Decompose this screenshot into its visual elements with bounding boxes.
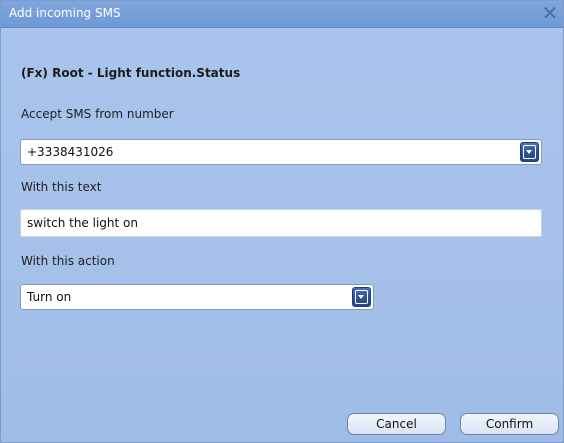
from-number-value: +3338431026 xyxy=(27,145,114,159)
dialog-title: Add incoming SMS xyxy=(9,6,121,20)
action-label: With this action xyxy=(21,254,115,268)
sms-text-input[interactable]: switch the light on xyxy=(20,209,542,237)
from-number-dropdown-button[interactable] xyxy=(520,142,539,162)
title-bar: Add incoming SMS ✕ xyxy=(1,1,563,28)
add-incoming-sms-dialog: Add incoming SMS ✕ (Fx) Root - Light fun… xyxy=(0,0,564,443)
text-label: With this text xyxy=(21,180,102,194)
from-number-select[interactable]: +3338431026 xyxy=(20,139,542,165)
confirm-button[interactable]: Confirm xyxy=(460,413,559,435)
from-number-label: Accept SMS from number xyxy=(21,107,174,121)
action-select[interactable]: Turn on xyxy=(20,284,374,310)
chevron-down-icon xyxy=(355,290,368,304)
function-heading: (Fx) Root - Light function.Status xyxy=(21,66,241,80)
action-value: Turn on xyxy=(27,290,72,304)
chevron-down-icon xyxy=(523,145,536,159)
cancel-button[interactable]: Cancel xyxy=(347,413,446,435)
close-icon[interactable]: ✕ xyxy=(539,1,561,25)
action-dropdown-button[interactable] xyxy=(352,287,371,307)
